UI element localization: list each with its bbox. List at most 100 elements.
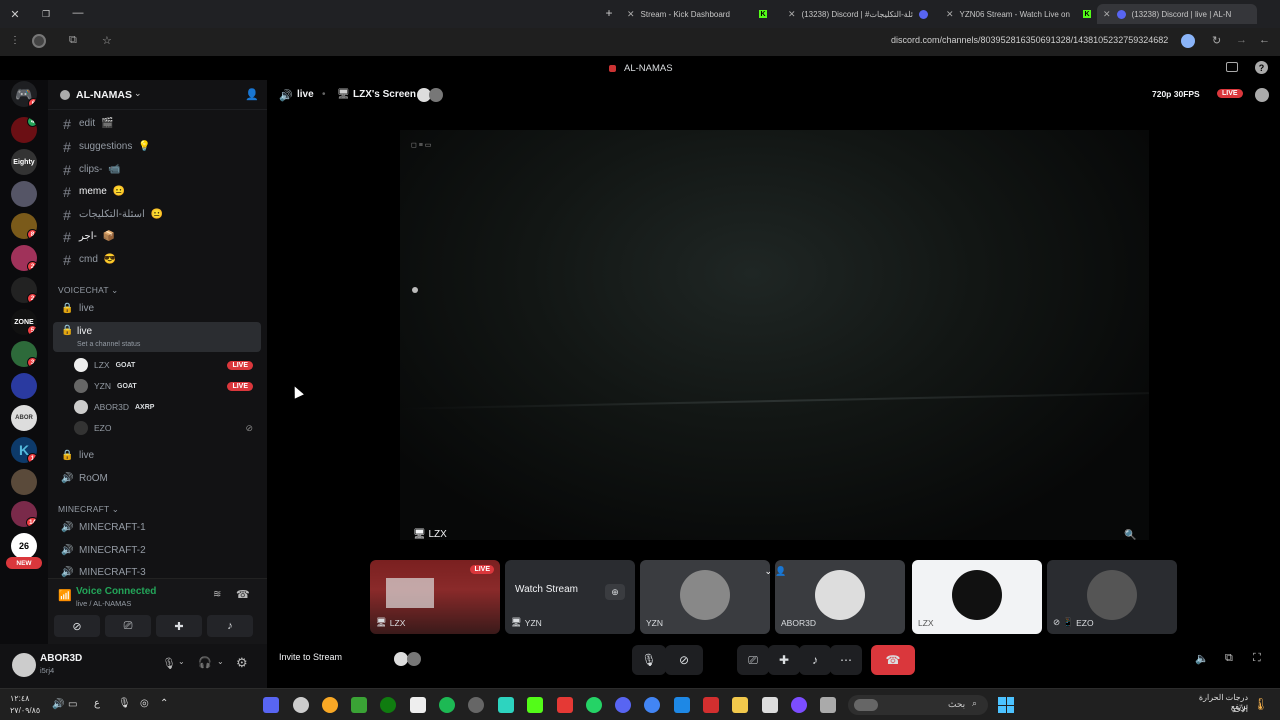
server-icon[interactable] [11, 181, 37, 207]
add-user-icon[interactable]: 👤 [775, 566, 786, 577]
bookmark-star-icon[interactable]: ☆ [102, 34, 112, 47]
tab-discord-1[interactable]: ✕ (13238) Discord | #ئلة-التكليجات [788, 4, 933, 24]
vpn-taskbar-icon[interactable] [498, 697, 514, 713]
app-taskbar-icon[interactable] [557, 697, 573, 713]
voice-channel-live-2[interactable]: 🔒 live [53, 445, 260, 466]
soundboard-button[interactable]: ♪ [799, 645, 831, 675]
voice-channel-minecraft-3[interactable]: 🔊 MINECRAFT-3 [53, 562, 260, 578]
header-channel[interactable]: live [297, 89, 314, 100]
fullscreen-icon[interactable]: ⛶ [1253, 652, 1261, 665]
disconnect-icon[interactable]: ☎ [236, 588, 250, 601]
channel-meme[interactable]: # meme 😐 [53, 181, 260, 202]
server-header[interactable]: AL-NAMAS ⌄ 👤 [48, 80, 267, 110]
category-minecraft[interactable]: MINECRAFT ⌄ [58, 504, 119, 515]
back-icon[interactable]: ← [1259, 34, 1270, 46]
thermometer-icon[interactable]: 🌡 [1253, 697, 1268, 711]
server-icon[interactable]: 8 [11, 213, 37, 239]
add-member-icon[interactable]: 👤 [245, 88, 259, 101]
whatsapp-taskbar-icon[interactable] [586, 697, 602, 713]
restore-window-icon[interactable]: ❐ [40, 8, 52, 20]
new-tab-icon[interactable]: + [603, 6, 615, 20]
server-icon[interactable]: ZONE 5 [11, 309, 37, 335]
voice-channel-minecraft-2[interactable]: 🔊 MINECRAFT-2 [53, 540, 260, 561]
help-icon[interactable]: ? [1255, 61, 1268, 74]
clock-time[interactable]: ١٢:٤٨ [10, 694, 29, 703]
reload-icon[interactable]: ↻ [1212, 34, 1221, 47]
xbox-taskbar-icon[interactable] [380, 697, 396, 713]
file-explorer-taskbar-icon[interactable] [732, 697, 748, 713]
search-box[interactable]: بحث ⌕ [848, 695, 988, 715]
voice-status[interactable]: Voice Connected [76, 586, 156, 597]
participant-tile-lzx-stream[interactable]: LIVE 🖥 LZX [370, 560, 500, 634]
task-view-taskbar-icon[interactable] [820, 697, 836, 713]
share-screen-button[interactable]: ⎚ [737, 645, 769, 675]
network-icon[interactable]: ▭ [68, 699, 77, 710]
close-tab-icon[interactable]: ✕ [1103, 9, 1111, 20]
voice-location[interactable]: live / AL-NAMAS [76, 599, 131, 608]
microphone-button[interactable]: 🎙 [632, 645, 666, 675]
zoom-icon[interactable]: 🔍 [1124, 530, 1136, 541]
participant-tile-yzn[interactable]: ⌄ YZN [640, 560, 770, 634]
microphone-icon[interactable]: 🎙 [162, 657, 176, 670]
more-options-button[interactable]: ⋯ [830, 645, 862, 675]
popout-icon[interactable]: ⧉ [1225, 652, 1233, 665]
participant-tile-abor3d[interactable]: 👤 ABOR3D [775, 560, 905, 634]
camera-button[interactable]: ⊘ [665, 645, 703, 675]
chevron-down-icon[interactable]: ⌄ [178, 657, 185, 666]
app-taskbar-icon[interactable] [322, 697, 338, 713]
channel-ajr[interactable]: # اجر- 📦 [53, 226, 260, 247]
stream-video[interactable]: ◻ ≡ ▭ [400, 130, 1149, 540]
tab-yzn-stream[interactable]: ✕ YZN06 Stream - Watch Live on K [946, 4, 1091, 24]
server-icon[interactable] [11, 373, 37, 399]
spotify-taskbar-icon[interactable] [439, 697, 455, 713]
channel-clips[interactable]: # clips- 📹 [53, 159, 260, 180]
close-tab-icon[interactable]: ✕ [627, 9, 635, 20]
tab-discord-active[interactable]: ✕ (13238) Discord | live | AL-N [1097, 4, 1257, 24]
server-icon[interactable]: 3 [11, 341, 37, 367]
notes-taskbar-icon[interactable] [410, 697, 426, 713]
volume-icon[interactable]: 🔊 [52, 699, 64, 710]
share-screen-button[interactable]: ⎚ [105, 615, 151, 637]
voice-search-icon[interactable] [1181, 34, 1195, 48]
participant-tile-ezo[interactable]: ⊘ 📱 EZO [1047, 560, 1177, 634]
menu-icon[interactable]: ⋮ [10, 35, 20, 46]
participant-tile-lzx[interactable]: LZX [912, 560, 1042, 634]
voice-member-lzx[interactable]: LZX GOAT LIVE [74, 355, 259, 375]
steam-taskbar-icon[interactable] [293, 697, 309, 713]
chevron-down-icon[interactable]: ⌄ [764, 566, 770, 577]
weather-text-2[interactable]: الأحد [1180, 705, 1248, 714]
tray-app-icon[interactable]: ◎ [140, 698, 149, 709]
copilot-taskbar-icon[interactable] [791, 697, 807, 713]
server-icon[interactable]: 26 [11, 533, 37, 559]
clock-date[interactable]: ٢٧/٠٩/٨٥ [10, 706, 40, 715]
server-icon[interactable] [11, 469, 37, 495]
channel-cmd[interactable]: # cmd 😎 [53, 249, 260, 270]
participant-tile-yzn-stream[interactable]: Watch Stream ⊕ 🖥 YZN [505, 560, 635, 634]
server-icon[interactable]: Eighty [11, 149, 37, 175]
avatar[interactable] [12, 653, 36, 677]
activities-button[interactable]: ✚ [768, 645, 800, 675]
activities-button[interactable]: ✚ [156, 615, 202, 637]
chevron-down-icon[interactable]: ⌄ [217, 657, 224, 666]
voice-member-abor3d[interactable]: ABOR3D AXRP [74, 397, 259, 417]
app-taskbar-icon[interactable] [703, 697, 719, 713]
toggle-camera-button[interactable]: ⊘ [54, 615, 100, 637]
close-tab-icon[interactable]: ✕ [946, 9, 954, 20]
channel-edit[interactable]: # edit 🎬 [53, 113, 260, 134]
language-indicator[interactable]: ع [94, 698, 100, 709]
watch-stream-icon[interactable]: ⊕ [605, 584, 625, 600]
gear-icon[interactable]: ⚙ [236, 655, 248, 671]
invite-to-stream-button[interactable]: Invite to Stream [279, 652, 342, 662]
headphones-icon[interactable]: 🎧 [198, 656, 212, 669]
discord-home-icon[interactable]: 🎮 6 [11, 81, 37, 107]
microphone-icon[interactable]: 🎙 [118, 698, 131, 709]
inbox-icon[interactable] [1226, 62, 1238, 72]
voice-member-yzn[interactable]: YZN GOAT LIVE [74, 376, 259, 396]
server-icon[interactable]: 4 [11, 117, 37, 143]
profile-icon[interactable] [32, 34, 46, 48]
voice-channel-room[interactable]: 🔊 RoOM [53, 468, 260, 489]
close-window-icon[interactable]: ✕ [9, 8, 21, 21]
volume-icon[interactable]: 🔈 [1195, 652, 1209, 665]
selected-voice-channel[interactable]: 🔒 live Set a channel status [53, 322, 261, 352]
close-tab-icon[interactable]: ✕ [788, 9, 796, 20]
